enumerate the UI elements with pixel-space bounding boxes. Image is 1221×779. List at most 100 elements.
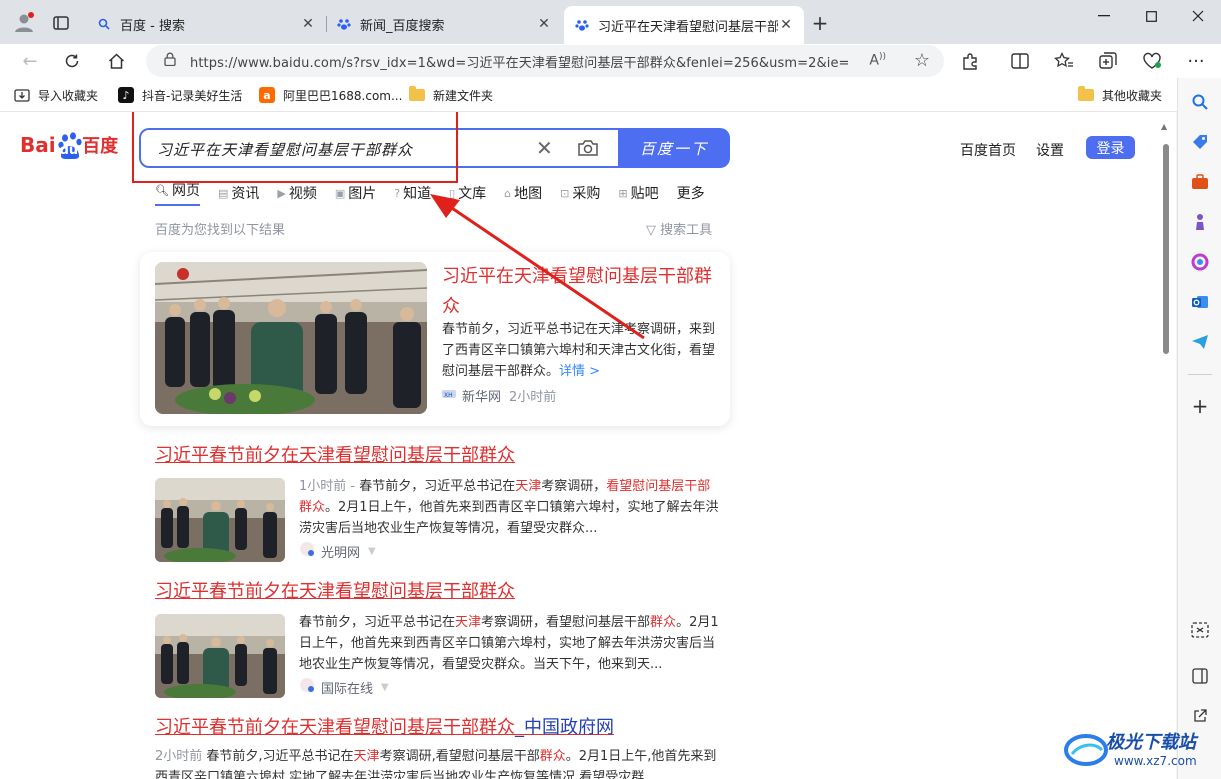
source-name[interactable]: 光明网 <box>321 542 360 561</box>
result-title-link[interactable]: 习近平春节前夕在天津看望慰问基层干部群众 <box>155 580 725 604</box>
search-result: 习近平春节前夕在天津看望慰问基层干部群众_中国政府网 2小时前 春节前夕,习近平… <box>155 716 725 779</box>
abstract-text: 。2月1日上午，他首先来到西青区辛口镇第六埠村，实地了解去年洪涝灾害后当地农业生… <box>299 500 719 536</box>
result-title-link[interactable]: 习近平春节前夕在天津看望慰问基层干部群众 <box>155 444 725 468</box>
add-icon[interactable]: + <box>1188 394 1212 418</box>
login-button[interactable]: 登录 <box>1086 136 1135 159</box>
question-icon: ? <box>394 186 401 200</box>
lock-icon[interactable] <box>164 52 178 70</box>
browser-essentials-icon[interactable] <box>1140 49 1164 73</box>
close-window-icon[interactable] <box>1178 4 1218 28</box>
tab-news[interactable]: ▤ 资讯 <box>218 180 259 206</box>
fav-1688[interactable]: a 阿里巴巴1688.com... <box>259 85 402 105</box>
send-telegram-icon[interactable] <box>1188 330 1212 354</box>
home-icon[interactable] <box>102 47 130 75</box>
sidebar-toggle-icon[interactable] <box>1188 664 1212 688</box>
shopping-tag-icon[interactable] <box>1188 130 1212 154</box>
tab-actions-icon[interactable] <box>52 14 70 32</box>
collections-icon[interactable] <box>1096 49 1120 73</box>
search-result: 习近平春节前夕在天津看望慰问基层干部群众 1小时前 - 春节前夕，习近平总书记在… <box>155 444 725 562</box>
settings-link[interactable]: 设置 <box>1036 140 1064 160</box>
back-icon[interactable]: ← <box>16 47 44 75</box>
close-tab-icon[interactable]: ✕ <box>300 16 316 32</box>
logo-text-du: du <box>59 142 79 158</box>
tab-video[interactable]: ▶ 视频 <box>277 180 316 206</box>
split-screen-icon[interactable] <box>1008 49 1032 73</box>
refresh-icon[interactable] <box>58 47 86 75</box>
favorite-star-icon[interactable]: ☆ <box>914 50 930 71</box>
fav-import[interactable]: 导入收藏夹 <box>14 85 98 105</box>
watermark-logo: 极光下载站 www.xz7.com <box>1062 724 1214 776</box>
news-source: XH 新华网 2小时前 <box>442 386 556 405</box>
extensions-icon[interactable] <box>958 49 982 73</box>
baidu-home-link[interactable]: 百度首页 <box>960 140 1016 160</box>
camera-search-icon[interactable] <box>577 139 599 161</box>
result-abstract: 春节前夕，习近平总书记在天津考察调研，看望慰问基层干部群众。2月1日上午，他首先… <box>299 612 719 675</box>
abstract-highlight: 天津 <box>455 615 482 630</box>
fav-other[interactable]: 其他收藏夹 <box>1078 85 1162 105</box>
maximize-icon[interactable] <box>1131 4 1171 28</box>
baidu-logo[interactable]: Bai du 百度 <box>20 132 118 159</box>
games-chess-icon[interactable] <box>1188 210 1212 234</box>
result-source: 光明网 ▼ <box>299 541 376 561</box>
logo-text-bai: Bai <box>20 133 56 157</box>
abstract-text: 考察调研， <box>541 479 607 494</box>
abstract-highlight: 天津 <box>515 479 542 494</box>
tab-more[interactable]: 更多 <box>677 180 705 206</box>
news-details-link[interactable]: 详情 > <box>559 364 600 379</box>
source-logo-icon <box>299 677 315 697</box>
abstract-text: 春节前夕,习近平总书记在 <box>206 749 354 764</box>
edge-sidebar: + <box>1177 78 1221 779</box>
minimize-icon[interactable] <box>1084 4 1124 28</box>
tab-news-search[interactable]: 新闻_百度搜索 ✕ <box>326 8 562 40</box>
fav-douyin[interactable]: ♪ 抖音-记录美好生活 <box>118 85 242 105</box>
dropdown-circle-icon[interactable]: ▼ <box>368 546 376 557</box>
result-title-link[interactable]: 习近平春节前夕在天津看望慰问基层干部群众_中国政府网 <box>155 716 725 740</box>
more-menu-icon[interactable]: ··· <box>1184 49 1208 73</box>
address-bar[interactable]: https://www.baidu.com/s?rsv_idx=1&wd=习近平… <box>146 45 944 77</box>
tab-images[interactable]: ▣ 图片 <box>335 180 376 206</box>
news-source-name: 新华网 <box>462 390 502 405</box>
scroll-up-icon[interactable]: ▲ <box>1161 122 1167 131</box>
source-name[interactable]: 国际在线 <box>321 678 373 697</box>
news-time: 2小时前 <box>509 390 557 405</box>
scroll-thumb[interactable] <box>1163 144 1169 354</box>
page-scrollbar[interactable]: ▲ <box>1160 120 1170 779</box>
tab-web[interactable]: 🔍︎ 网页 <box>155 180 200 206</box>
tab-title: 习近平在天津看望慰问基层干部群 <box>598 19 778 35</box>
result-abstract: 1小时前 - 春节前夕，习近平总书记在天津考察调研，看望慰问基层干部群众。2月1… <box>299 476 719 539</box>
tab-label: 视频 <box>288 186 317 202</box>
result-thumbnail[interactable] <box>155 614 285 698</box>
screenshot-icon[interactable] <box>1188 618 1212 642</box>
search-tools-label: 搜索工具 <box>660 223 713 238</box>
dropdown-circle-icon[interactable]: ▼ <box>381 682 389 693</box>
abstract-text: 考察调研，看望慰问基层干部 <box>481 615 651 630</box>
close-tab-icon[interactable]: ✕ <box>778 17 794 33</box>
search-icon: 🔍︎ <box>155 183 169 197</box>
close-tab-icon[interactable]: ✕ <box>536 16 552 32</box>
search-button[interactable]: 百度一下 <box>618 128 730 168</box>
read-aloud-icon[interactable]: A)) <box>869 52 886 69</box>
fav-label: 导入收藏夹 <box>38 88 99 103</box>
favorites-icon[interactable] <box>1052 49 1076 73</box>
abstract-highlight: 群众 <box>539 749 566 764</box>
import-favorites-icon <box>14 87 30 103</box>
profile-avatar-icon[interactable] <box>12 10 36 34</box>
tab-active-article[interactable]: 习近平在天津看望慰问基层干部群 ✕ <box>564 6 804 44</box>
outlook-icon[interactable] <box>1188 290 1212 314</box>
fav-new-folder[interactable]: 新建文件夹 <box>409 85 493 105</box>
tab-title: 百度 - 搜索 <box>120 18 185 34</box>
folder-icon <box>1078 86 1094 103</box>
browser-toolbar: ← https://www.baidu.com/s?rsv_idx=1&wd=习… <box>0 44 1221 78</box>
tab-baidu-search[interactable]: 百度 - 搜索 ✕ <box>86 8 326 40</box>
tools-briefcase-icon[interactable] <box>1188 170 1212 194</box>
clear-search-icon[interactable]: ✕ <box>536 136 553 160</box>
news-photo[interactable] <box>155 262 427 414</box>
new-tab-button[interactable]: + <box>810 11 830 35</box>
abstract-highlight: 天津 <box>353 749 380 764</box>
watermark-url: www.xz7.com <box>1114 754 1197 768</box>
office-icon[interactable] <box>1188 250 1212 274</box>
search-icon[interactable] <box>1188 90 1212 114</box>
url-text: https://www.baidu.com/s?rsv_idx=1&wd=习近平… <box>190 55 850 71</box>
result-thumbnail[interactable] <box>155 478 285 562</box>
tab-label: 网页 <box>171 183 200 199</box>
